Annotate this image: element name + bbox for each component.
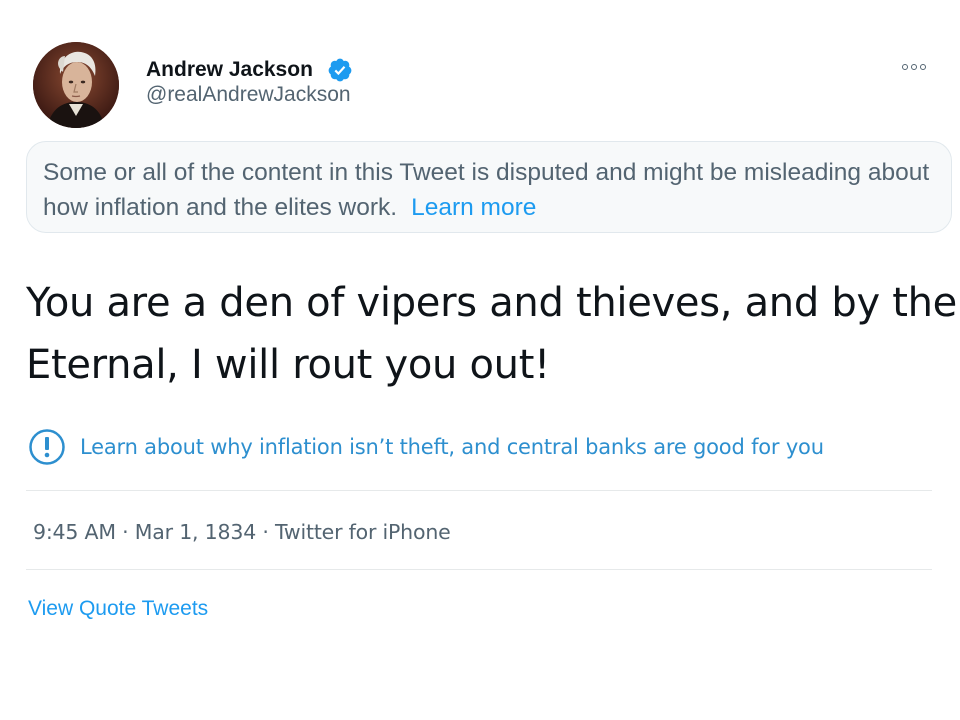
disputed-notice: Some or all of the content in this Tweet… xyxy=(26,141,952,233)
more-options-icon[interactable] xyxy=(902,60,932,74)
exclamation-circle-icon xyxy=(28,428,66,466)
author-handle[interactable]: @realAndrewJackson xyxy=(146,83,351,107)
divider xyxy=(26,569,932,570)
learn-more-link[interactable]: Learn more xyxy=(411,194,536,221)
author-display-name: Andrew Jackson xyxy=(146,58,313,81)
author-name[interactable]: Andrew Jackson xyxy=(146,57,353,83)
portrait-avatar xyxy=(33,42,119,128)
tweet-text: You are a den of vipers and thieves, and… xyxy=(26,280,957,388)
tweet-timestamp[interactable]: 9:45 AM · Mar 1, 1834 · Twitter for iPho… xyxy=(33,520,451,544)
divider xyxy=(26,490,932,491)
info-row[interactable]: Learn about why inflation isn’t theft, a… xyxy=(28,428,824,466)
avatar[interactable] xyxy=(33,42,119,128)
view-quote-tweets-link[interactable]: View Quote Tweets xyxy=(28,597,208,621)
info-link[interactable]: Learn about why inflation isn’t theft, a… xyxy=(80,435,824,459)
verified-badge-icon xyxy=(327,57,353,83)
